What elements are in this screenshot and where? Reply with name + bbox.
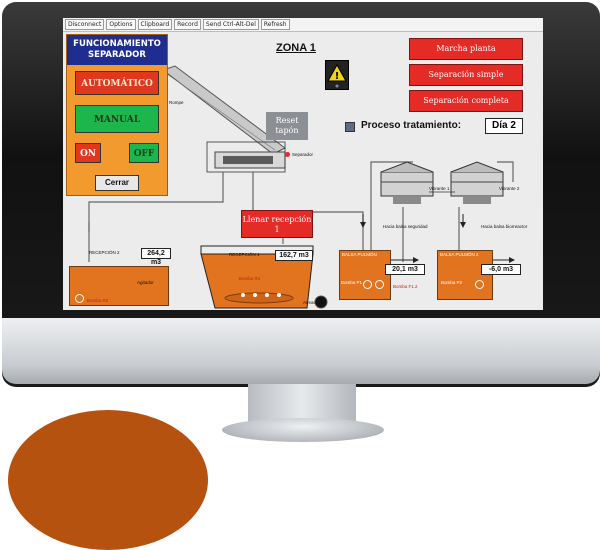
rompe-label: Rompe bbox=[169, 100, 184, 105]
recepcion2-tank bbox=[69, 266, 169, 306]
automatic-button[interactable]: AUTOMÁTICO bbox=[75, 71, 159, 95]
agitador-label: Agitador bbox=[137, 280, 154, 285]
marcha-planta-button[interactable]: Marcha planta bbox=[409, 38, 523, 60]
bomba-p1-pump[interactable] bbox=[363, 280, 372, 289]
bomba-r2-label: Bomba R2 bbox=[87, 298, 109, 303]
pulmon2-value: -6,0 m3 bbox=[481, 264, 521, 275]
zone-title: ZONA 1 bbox=[276, 42, 316, 54]
separacion-simple-button[interactable]: Separación simple bbox=[409, 64, 523, 86]
balsa-pulmon2-label: BALSA PULMÓN 2 bbox=[440, 252, 479, 257]
disconnect-button[interactable]: Disconnect bbox=[65, 19, 105, 30]
options-button[interactable]: Options bbox=[106, 19, 136, 30]
separator-status-led bbox=[285, 152, 290, 157]
record-button[interactable]: Record bbox=[174, 19, 201, 30]
off-button[interactable]: OFF bbox=[129, 143, 159, 163]
vibrante1-label: Vibrante 1 bbox=[429, 186, 450, 191]
decorative-blob bbox=[8, 410, 208, 550]
recepcion2-value: 264,2 m3 bbox=[141, 248, 171, 266]
bomba-f12-pump[interactable] bbox=[375, 280, 384, 289]
pulmon1-value: 20,1 m3 bbox=[385, 264, 425, 275]
screen: Disconnect Options Clipboard Record Send… bbox=[63, 18, 543, 310]
balsa-pulmon2-tank bbox=[437, 250, 493, 300]
proceso-value: Día 2 bbox=[485, 118, 523, 134]
bomba-p2-label: Bomba P2 bbox=[441, 280, 463, 285]
remote-toolbar: Disconnect Options Clipboard Record Send… bbox=[63, 18, 543, 32]
bomba-p2-pump[interactable] bbox=[475, 280, 484, 289]
clipboard-button[interactable]: Clipboard bbox=[137, 19, 173, 30]
aireacion-label: Aireación 1 bbox=[303, 300, 326, 305]
refresh-button[interactable]: Refresh bbox=[260, 19, 290, 30]
monitor-chin bbox=[2, 318, 600, 384]
close-button[interactable]: Cerrar bbox=[95, 175, 139, 191]
bomba-f12-label: Bomba F1.2 bbox=[393, 284, 418, 289]
balsa-pulmon1-tank bbox=[339, 250, 391, 300]
separacion-completa-button[interactable]: Separación completa bbox=[409, 90, 523, 112]
panel-title: FUNCIONAMIENTO SEPARADOR bbox=[67, 35, 167, 65]
svg-text:!: ! bbox=[335, 71, 340, 82]
warning-indicator[interactable]: ! bbox=[325, 60, 349, 90]
vibrante2-label: Vibrante 2 bbox=[499, 186, 520, 191]
recepcion1-label: RECEPCIÓN 1 bbox=[229, 252, 260, 257]
manual-button[interactable]: MANUAL bbox=[75, 105, 159, 133]
hacia-balsa-seguridad-label: Hacia balsa seguridad bbox=[383, 224, 428, 229]
warning-icon: ! bbox=[327, 63, 347, 88]
monitor-base bbox=[222, 418, 384, 442]
bomba-p1-label: Bomba P1 bbox=[341, 280, 363, 285]
balsa-pulmon1-label: BALSA PULMÓN bbox=[342, 252, 377, 257]
recepcion1-value: 162,7 m3 bbox=[275, 250, 313, 261]
hacia-balsa-biorreactor-label: Hacia balsa biorreactor bbox=[481, 224, 528, 229]
separator-label: Separador bbox=[292, 152, 314, 157]
bomba-r2-pump[interactable] bbox=[75, 294, 84, 303]
on-button[interactable]: ON bbox=[75, 143, 101, 163]
bomba-r1-label: Bomba R1 bbox=[239, 276, 261, 281]
reset-tapon-button[interactable]: Reset tapón bbox=[266, 112, 308, 140]
info-icon[interactable] bbox=[345, 122, 355, 132]
separator-control-panel: FUNCIONAMIENTO SEPARADOR AUTOMÁTICO MANU… bbox=[66, 34, 168, 196]
recepcion2-label: RECEPCIÓN 2 bbox=[89, 250, 120, 255]
send-ctrl-alt-del-button[interactable]: Send Ctrl-Alt-Del bbox=[202, 19, 259, 30]
llenar-recepcion-button[interactable]: Llenar recepción 1 bbox=[241, 210, 313, 238]
